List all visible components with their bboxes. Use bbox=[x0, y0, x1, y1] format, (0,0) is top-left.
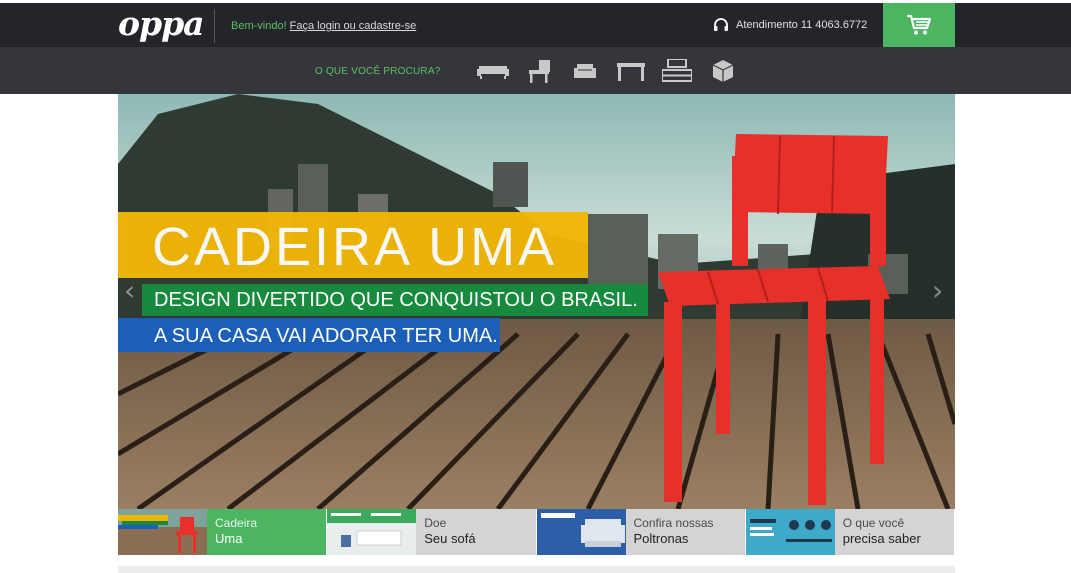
armchair-icon bbox=[574, 64, 596, 78]
thumb-image bbox=[327, 509, 417, 555]
content-strip bbox=[118, 566, 955, 573]
thumb-caption-line2: Uma bbox=[215, 531, 243, 546]
thumb-caption-line2: precisa saber bbox=[842, 531, 921, 546]
thumb-caption: Doe Seu sofá bbox=[424, 515, 475, 547]
category-chairs[interactable] bbox=[523, 59, 555, 83]
nav-label: O QUE VOCÊ PROCURA? bbox=[315, 66, 441, 77]
hero-tagline-2: A SUA CASA VAI ADORAR TER UMA. bbox=[118, 318, 500, 352]
thumb-image bbox=[536, 509, 626, 555]
thumb-caption: Confira nossas Poltronas bbox=[634, 515, 714, 547]
thumb-caption: Cadeira Uma bbox=[215, 515, 257, 547]
thumb-o-que-voce-precisa-saber[interactable]: O que você precisa saber bbox=[745, 509, 955, 555]
thumb-doe-seu-sofa[interactable]: Doe Seu sofá bbox=[327, 509, 537, 555]
thumb-caption-line2: Seu sofá bbox=[424, 531, 476, 546]
cart-icon bbox=[907, 14, 932, 35]
support-phone: Atendimento 11 4063.6772 bbox=[736, 19, 868, 31]
category-decor[interactable] bbox=[707, 59, 739, 83]
carousel-thumbnails: Cadeira Uma Doe Seu sofá Confira nossas … bbox=[118, 509, 955, 555]
hero-title-band: CADEIRA UMA bbox=[118, 212, 588, 278]
shelf-icon bbox=[662, 59, 692, 82]
category-tables[interactable] bbox=[615, 59, 647, 83]
logo-divider bbox=[214, 9, 215, 43]
thumb-caption-line1: Cadeira bbox=[215, 516, 258, 530]
category-shelves[interactable] bbox=[661, 59, 693, 83]
thumb-caption-line2: Poltronas bbox=[633, 531, 689, 546]
thumb-caption-line1: Doe bbox=[424, 516, 447, 530]
hero-tagline-1: DESIGN DIVERTIDO QUE CONQUISTOU O BRASIL… bbox=[142, 284, 648, 316]
category-icons bbox=[477, 59, 753, 83]
table-icon bbox=[617, 63, 645, 81]
cart-button[interactable] bbox=[883, 3, 955, 47]
hero-banner[interactable]: CADEIRA UMA DESIGN DIVERTIDO QUE CONQUIS… bbox=[118, 94, 955, 509]
thumb-image bbox=[118, 509, 207, 555]
thumb-poltronas[interactable]: Confira nossas Poltronas bbox=[536, 509, 746, 555]
oppa-logo[interactable]: oppa bbox=[118, 6, 205, 42]
thumb-caption-line1: Confira nossas bbox=[633, 516, 714, 530]
carousel-next-arrow[interactable]: › bbox=[932, 274, 943, 307]
thumb-image bbox=[745, 509, 835, 555]
customer-support: Atendimento 11 4063.6772 bbox=[713, 17, 867, 33]
thumb-caption: O que você precisa saber bbox=[843, 515, 921, 547]
chair-icon bbox=[529, 60, 550, 83]
top-bar: oppa Bem-vindo! Faça login ou cadastre-se… bbox=[0, 3, 1071, 47]
headset-icon bbox=[714, 18, 728, 31]
category-nav: O QUE VOCÊ PROCURA? bbox=[0, 47, 1071, 94]
thumb-caption-line1: O que você bbox=[842, 516, 905, 530]
sofa-icon bbox=[477, 66, 509, 79]
welcome-text: Bem-vindo! bbox=[231, 20, 287, 32]
category-armchairs[interactable] bbox=[569, 59, 601, 83]
welcome-message: Bem-vindo! Faça login ou cadastre-se bbox=[231, 20, 416, 32]
login-link[interactable]: Faça login ou cadastre-se bbox=[290, 20, 417, 32]
thumb-cadeira-uma[interactable]: Cadeira Uma bbox=[118, 509, 328, 555]
hero-title: CADEIRA UMA bbox=[152, 217, 558, 277]
carousel-prev-arrow[interactable]: ‹ bbox=[124, 274, 135, 307]
box-icon bbox=[712, 60, 734, 82]
category-sofa[interactable] bbox=[477, 59, 509, 83]
